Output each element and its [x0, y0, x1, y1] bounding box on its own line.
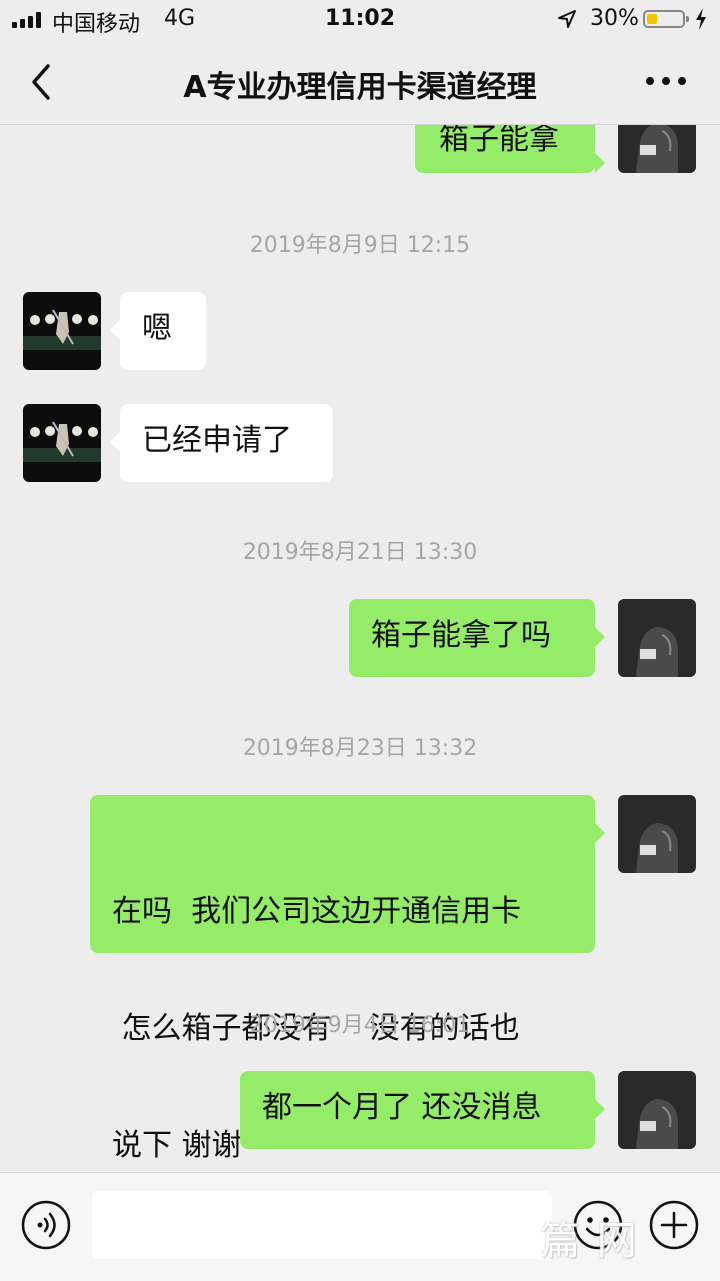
status-bar: 中国移动 4G 11:02 30% [0, 0, 720, 40]
avatar-image [618, 1071, 696, 1149]
battery-icon [643, 10, 689, 28]
message-timestamp: 2019年8月23日 13:32 [242, 736, 478, 761]
sent-message-bubble[interactable]: 箱子能拿 [415, 125, 605, 173]
chat-history[interactable]: 箱子能拿 2019年8月9日 12:15 嗯 已经申请了 2019年8月21日 … [0, 125, 720, 1171]
my-avatar[interactable] [618, 125, 696, 173]
plus-icon[interactable] [648, 1199, 700, 1251]
my-avatar[interactable] [618, 1071, 696, 1149]
more-dots-icon[interactable] [636, 66, 696, 96]
message-text: 已经申请了 [142, 423, 292, 458]
received-message-bubble[interactable]: 嗯 [110, 292, 206, 370]
avatar-image [618, 795, 696, 873]
message-text: 箱子能拿了吗 [371, 618, 551, 653]
charging-icon [696, 8, 706, 30]
location-arrow-icon [558, 10, 576, 28]
watermark: 篇 网 [540, 1218, 639, 1264]
chat-header: A专业办理信用卡渠道经理 [0, 40, 720, 125]
message-text: 都一个月了 还没消息 [262, 1090, 542, 1125]
my-avatar[interactable] [618, 599, 696, 677]
message-timestamp: 2019年9月4日 16:01 [249, 1013, 471, 1038]
voice-icon[interactable] [20, 1199, 72, 1251]
sent-message-bubble[interactable]: 在吗 我们公司这边开通信用卡 怎么箱子都没有 没有的话也 说下 谢谢 [90, 795, 605, 1163]
avatar-image [618, 125, 696, 173]
message-text: 箱子能拿 [439, 125, 559, 157]
message-input[interactable] [92, 1191, 552, 1259]
contact-avatar[interactable] [23, 292, 101, 370]
received-message-bubble[interactable]: 已经申请了 [110, 404, 333, 482]
chat-title: A专业办理信用卡渠道经理 [183, 70, 537, 105]
battery-percent: 30% [590, 6, 639, 31]
avatar-image [23, 404, 101, 482]
avatar-image [23, 292, 101, 370]
my-avatar[interactable] [618, 795, 696, 873]
message-timestamp: 2019年8月9日 12:15 [249, 233, 471, 258]
avatar-image [618, 599, 696, 677]
message-text-line: 在吗 我们公司这边开通信用卡 [112, 894, 522, 929]
back-chevron-icon[interactable] [24, 60, 64, 104]
sent-message-bubble[interactable]: 箱子能拿了吗 [349, 599, 605, 677]
message-text: 嗯 [142, 311, 172, 346]
sent-message-bubble[interactable]: 都一个月了 还没消息 [240, 1071, 605, 1149]
battery-level [647, 14, 657, 24]
message-timestamp: 2019年8月21日 13:30 [242, 540, 478, 565]
contact-avatar[interactable] [23, 404, 101, 482]
